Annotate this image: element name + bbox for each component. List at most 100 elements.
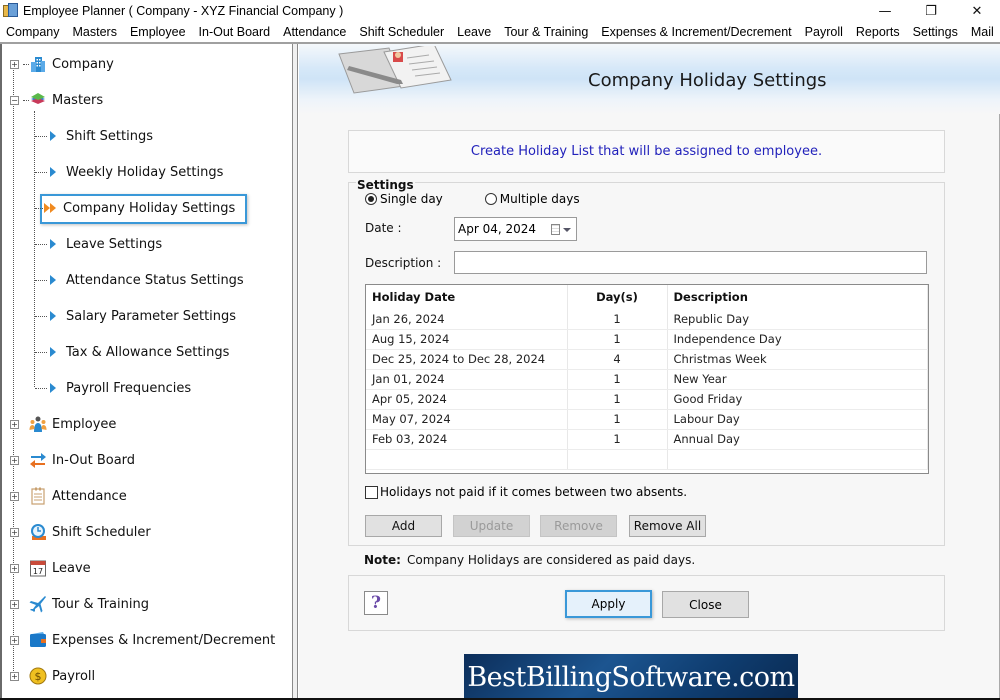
tree-item-leave-settings[interactable]: Leave Settings	[50, 234, 162, 254]
cell-holiday-date: Jan 01, 2024	[366, 369, 568, 390]
expand-icon[interactable]: +	[10, 599, 19, 609]
expand-icon[interactable]: +	[10, 563, 19, 573]
description-input[interactable]	[454, 251, 927, 274]
help-button[interactable]: ?	[364, 591, 388, 615]
collapse-icon[interactable]: −	[10, 95, 19, 105]
swap-arrows-icon	[29, 451, 47, 469]
expand-icon[interactable]: +	[10, 59, 19, 69]
remove-all-button[interactable]: Remove All	[629, 515, 706, 537]
tree-item-shift-settings[interactable]: Shift Settings	[50, 126, 153, 146]
holidays-not-paid-checkbox[interactable]	[365, 485, 378, 499]
wallet-icon	[29, 631, 47, 649]
intro-text: Create Holiday List that will be assigne…	[470, 144, 823, 159]
menu-expenses[interactable]: Expenses & Increment/Decrement	[594, 25, 797, 39]
single-day-label[interactable]: Single day	[380, 192, 443, 206]
tree-item-tax-allowance-settings[interactable]: Tax & Allowance Settings	[50, 342, 229, 362]
chevron-down-icon[interactable]	[563, 228, 571, 232]
brand-banner: BestBillingSoftware.com	[464, 654, 798, 700]
cell-days: 1	[567, 329, 668, 350]
apply-button[interactable]: Apply	[565, 590, 652, 618]
tree-line	[23, 100, 29, 101]
holidays-not-paid-option[interactable]: Holidays not paid if it comes between tw…	[365, 485, 687, 499]
cell-days: 4	[567, 349, 668, 370]
cell-days: 1	[567, 309, 668, 330]
tree-node-attendance[interactable]: + Attendance	[10, 486, 127, 506]
cell-description: Christmas Week	[667, 349, 928, 370]
tree-node-expenses[interactable]: + Expenses & Increment/Decrement	[10, 630, 275, 650]
column-header-holiday-date[interactable]: Holiday Date	[366, 285, 568, 309]
tree-node-tour-training[interactable]: + Tour & Training	[10, 594, 149, 614]
menu-mail[interactable]: Mail	[964, 25, 1000, 39]
menu-tour-training[interactable]: Tour & Training	[497, 25, 594, 39]
page-title: Company Holiday Settings	[588, 70, 827, 91]
calendar-icon: 17	[29, 559, 47, 577]
close-button[interactable]: Close	[662, 591, 749, 618]
multiple-days-radio[interactable]	[484, 193, 497, 205]
table-row[interactable]: Dec 25, 2024 to Dec 28, 2024 4 Christmas…	[366, 349, 928, 370]
intro-panel: Create Holiday List that will be assigne…	[348, 130, 945, 173]
clock-icon	[29, 523, 47, 541]
table-row-empty	[366, 449, 928, 470]
date-picker[interactable]: Apr 04, 2024	[454, 217, 577, 241]
table-row[interactable]: Jan 26, 2024 1 Republic Day	[366, 309, 928, 330]
table-row[interactable]: Apr 05, 2024 1 Good Friday	[366, 389, 928, 410]
close-window-button[interactable]: ✕	[954, 0, 1000, 22]
tree-node-employee[interactable]: + Employee	[10, 414, 116, 434]
menu-settings[interactable]: Settings	[906, 25, 964, 39]
tree-node-leave[interactable]: + 17 Leave	[10, 558, 91, 578]
tree-item-attendance-status-settings[interactable]: Attendance Status Settings	[50, 270, 244, 290]
tree-node-payroll[interactable]: + $ Payroll	[10, 666, 95, 686]
table-row[interactable]: Jan 01, 2024 1 New Year	[366, 369, 928, 390]
single-day-radio[interactable]	[365, 193, 377, 205]
column-header-description[interactable]: Description	[667, 285, 928, 309]
expand-icon[interactable]: +	[10, 635, 19, 645]
tree-node-shift-scheduler[interactable]: + Shift Scheduler	[10, 522, 151, 542]
add-button[interactable]: Add	[365, 515, 442, 537]
remove-button[interactable]: Remove	[540, 515, 617, 537]
cell-description: Labour Day	[667, 409, 928, 430]
expand-icon[interactable]: +	[10, 491, 19, 501]
expand-icon[interactable]: +	[10, 671, 19, 681]
question-mark-icon: ?	[371, 593, 381, 613]
restore-button[interactable]: ❐	[908, 0, 954, 22]
svg-text:$: $	[35, 670, 42, 683]
arrow-right-icon	[50, 131, 56, 141]
expand-icon[interactable]: +	[10, 419, 19, 429]
multiple-days-label[interactable]: Multiple days	[500, 192, 580, 206]
double-arrow-right-icon	[44, 203, 56, 213]
menu-shift-scheduler[interactable]: Shift Scheduler	[352, 25, 450, 39]
menu-leave[interactable]: Leave	[450, 25, 497, 39]
menu-company[interactable]: Company	[0, 25, 66, 39]
tree-node-in-out-board[interactable]: + In-Out Board	[10, 450, 135, 470]
menu-reports[interactable]: Reports	[849, 25, 906, 39]
tree-item-weekly-holiday-settings[interactable]: Weekly Holiday Settings	[50, 162, 223, 182]
menu-payroll[interactable]: Payroll	[798, 25, 849, 39]
cell-holiday-date: May 07, 2024	[366, 409, 568, 430]
tree-node-label: Expenses & Increment/Decrement	[52, 632, 276, 648]
tree-item-salary-parameter-settings[interactable]: Salary Parameter Settings	[50, 306, 236, 326]
table-row[interactable]: May 07, 2024 1 Labour Day	[366, 409, 928, 430]
minimize-button[interactable]: —	[862, 0, 908, 22]
table-row[interactable]: Feb 03, 2024 1 Annual Day	[366, 429, 928, 450]
date-label: Date :	[365, 221, 402, 235]
menu-employee[interactable]: Employee	[123, 25, 192, 39]
tree-item-label: Attendance Status Settings	[66, 272, 244, 288]
column-header-days[interactable]: Day(s)	[567, 285, 668, 309]
holiday-table: Holiday Date Day(s) Description Jan 26, …	[365, 284, 929, 474]
holidays-not-paid-label[interactable]: Holidays not paid if it comes between tw…	[380, 485, 687, 499]
cell-description: Republic Day	[667, 309, 928, 330]
calendar-icon[interactable]	[551, 224, 560, 235]
tree-line	[35, 172, 47, 173]
tree-item-payroll-frequencies[interactable]: Payroll Frequencies	[50, 378, 191, 398]
tree-item-company-holiday-settings[interactable]: Company Holiday Settings	[44, 198, 235, 218]
expand-icon[interactable]: +	[10, 455, 19, 465]
expand-icon[interactable]: +	[10, 527, 19, 537]
menu-masters[interactable]: Masters	[66, 25, 123, 39]
menu-attendance[interactable]: Attendance	[276, 25, 352, 39]
airplane-icon	[29, 595, 47, 613]
pane-splitter[interactable]	[293, 44, 298, 700]
cell-holiday-date: Apr 05, 2024	[366, 389, 568, 410]
table-row[interactable]: Aug 15, 2024 1 Independence Day	[366, 329, 928, 350]
menu-in-out-board[interactable]: In-Out Board	[192, 25, 277, 39]
update-button[interactable]: Update	[453, 515, 530, 537]
